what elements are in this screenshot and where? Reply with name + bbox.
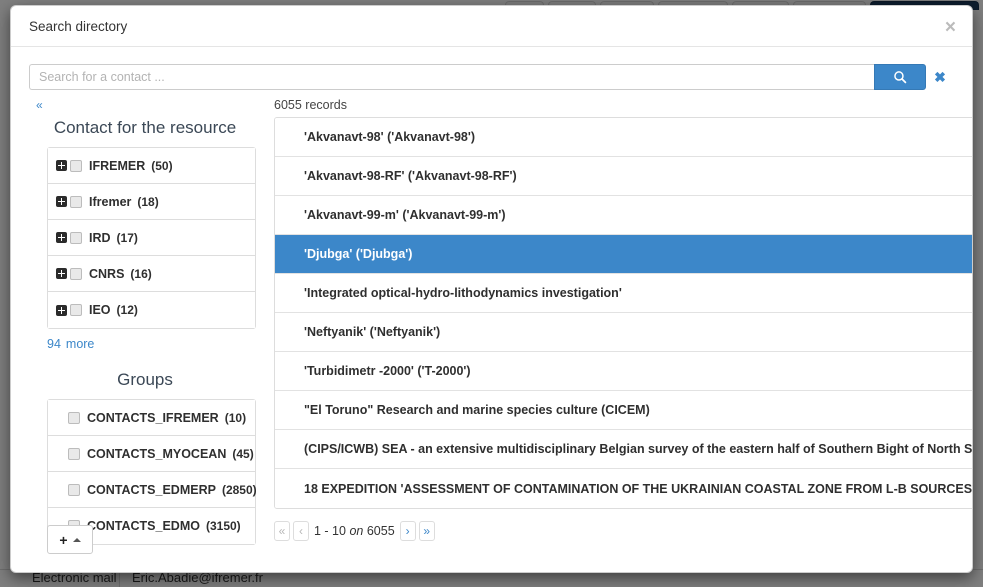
facet-item[interactable]: IEO (12) (48, 292, 255, 328)
pagination-total: 6055 (366, 524, 395, 538)
facet-item[interactable]: CONTACTS_EDMERP (2850) (48, 472, 257, 508)
result-row[interactable]: (CIPS/ICWB) SEA - an extensive multidisc… (275, 430, 972, 469)
facet-checkbox[interactable] (70, 159, 82, 172)
facet-group-title-groups: Groups (117, 370, 173, 389)
facet-count: (50) (151, 158, 173, 173)
facet-count: (12) (116, 303, 138, 317)
facet-item[interactable]: CONTACTS_IFREMER (10) (48, 400, 255, 436)
result-label: 'Integrated optical-hydro-lithodynamics … (304, 286, 622, 300)
result-label: "El Toruno" Research and marine species … (304, 403, 650, 417)
expand-plus-icon[interactable] (56, 304, 67, 316)
result-row[interactable]: 'Akvanavt-98-RF' ('Akvanavt-98-RF') (275, 157, 972, 196)
result-label: 'Akvanavt-98-RF' ('Akvanavt-98-RF') (304, 169, 517, 183)
search-directory-modal: Search directory × ✖ « Contact for t (10, 5, 973, 573)
facet-count: (3150) (205, 519, 241, 533)
result-label: 'Neftyanik' ('Neftyanik') (304, 325, 441, 339)
facet-label: CNRS (89, 266, 125, 281)
result-row[interactable]: 'Neftyanik' ('Neftyanik') (275, 313, 972, 352)
facet-count: (17) (116, 230, 138, 245)
facet-count: (10) (224, 410, 247, 425)
facet-item[interactable]: IRD (17) (48, 220, 255, 256)
more-label: more (65, 337, 95, 351)
result-row[interactable]: "El Toruno" Research and marine species … (275, 391, 972, 430)
result-label: 'Akvanavt-99-m' ('Akvanavt-99-m') (304, 208, 506, 222)
facet-checkbox[interactable] (70, 267, 82, 280)
search-content: « Contact for the resource IFREMER (50) If… (29, 99, 972, 554)
pagination-first-button[interactable]: « (274, 521, 290, 541)
more-count: 94 (47, 337, 61, 351)
add-contact-button[interactable]: + (47, 525, 93, 554)
facet-checkbox[interactable] (68, 483, 80, 496)
result-label: 'Turbidimetr -2000' ('T-2000') (304, 364, 471, 378)
modal-header: Search directory × (11, 6, 972, 47)
facet-checkbox[interactable] (70, 304, 82, 316)
page-title: Search directory (29, 18, 128, 34)
pagination: « ‹ 1 - 10 on 6055 › » (274, 521, 972, 541)
expand-plus-icon[interactable] (56, 232, 67, 243)
facet-label: IFREMER (89, 158, 146, 173)
facet-item[interactable]: IFREMER (50) (48, 148, 255, 184)
modal-body: ✖ « Contact for the resource IFREMER (50)… (11, 47, 972, 572)
facet-list-contact: IFREMER (50) Ifremer (18) IRD (17) CNRS (16) IEO… (47, 147, 256, 329)
facet-item[interactable]: CNRS (16) (48, 256, 255, 292)
facet-label: CONTACTS_EDMO (87, 519, 200, 533)
expand-plus-icon[interactable] (56, 268, 67, 279)
facet-count: (45) (232, 446, 254, 461)
result-label: (CIPS/ICWB) SEA - an extensive multidisc… (304, 442, 972, 456)
facet-group-title-contact: Contact for the resource (53, 118, 237, 137)
pagination-last-button[interactable]: » (418, 521, 435, 541)
facet-list-groups: CONTACTS_IFREMER (10) CONTACTS_MYOCEAN (45)… (47, 399, 257, 545)
facet-count: (18) (137, 194, 159, 209)
show-more-contacts-link[interactable]: 94 more (47, 337, 94, 351)
result-row[interactable]: 18 EXPEDITION 'ASSESSMENT OF CONTAMINATI… (275, 469, 972, 508)
search-bar: ✖ (29, 64, 954, 90)
result-row[interactable]: 'Integrated optical-hydro-lithodynamics … (275, 274, 972, 313)
facet-checkbox[interactable] (68, 411, 80, 424)
caret-up-icon (72, 537, 81, 542)
search-button[interactable] (874, 64, 926, 90)
facet-checkbox[interactable] (70, 195, 82, 208)
clear-search-button[interactable]: ✖ (926, 64, 954, 90)
results-panel: 6055 records 'Akvanavt-98' ('Akvanavt-98… (261, 99, 972, 554)
facet-item[interactable]: Ifremer (18) (48, 184, 255, 220)
facet-item[interactable]: CONTACTS_MYOCEAN (45) (48, 436, 255, 472)
pagination-next-button[interactable]: › (399, 521, 416, 541)
facet-checkbox[interactable] (70, 231, 82, 244)
pagination-range-values: 1 - 10 (314, 524, 346, 538)
results-list: 'Akvanavt-98' ('Akvanavt-98') 'Akvanavt-9… (274, 117, 972, 509)
result-label: 'Akvanavt-98' ('Akvanavt-98') (304, 130, 475, 144)
facet-label: CONTACTS_EDMERP (87, 482, 216, 497)
collapse-facets-toggle[interactable]: « (29, 99, 261, 113)
facet-label: CONTACTS_MYOCEAN (87, 446, 227, 461)
result-label: 'Djubga' ('Djubga') (304, 247, 413, 261)
result-row[interactable]: 'Akvanavt-99-m' ('Akvanavt-99-m') (275, 196, 972, 235)
facet-count: (16) (130, 266, 152, 281)
expand-plus-icon[interactable] (56, 196, 67, 207)
facet-count: (2850) (221, 482, 257, 497)
facet-checkbox[interactable] (68, 447, 80, 460)
facet-label: IRD (89, 230, 111, 245)
search-icon (893, 70, 907, 84)
result-row-selected[interactable]: 'Djubga' ('Djubga') (275, 235, 972, 274)
pagination-prev-button[interactable]: ‹ (293, 521, 309, 541)
facet-label: CONTACTS_IFREMER (87, 410, 219, 425)
facets-panel: « Contact for the resource IFREMER (50) If… (29, 99, 261, 554)
search-input[interactable] (29, 64, 874, 90)
close-icon[interactable]: × (945, 18, 956, 37)
result-row[interactable]: 'Akvanavt-98' ('Akvanavt-98') (275, 118, 972, 157)
result-row[interactable]: 'Turbidimetr -2000' ('T-2000') (275, 352, 972, 391)
plus-icon: + (59, 531, 68, 548)
pagination-on-word: on (349, 524, 364, 538)
result-label: 18 EXPEDITION 'ASSESSMENT OF CONTAMINATI… (304, 481, 972, 496)
facet-label: IEO (89, 303, 111, 317)
expand-plus-icon[interactable] (56, 160, 67, 171)
facet-label: Ifremer (89, 194, 132, 209)
records-count: 6055 records (274, 98, 347, 112)
pagination-range: 1 - 10 on 6055 (314, 524, 395, 538)
